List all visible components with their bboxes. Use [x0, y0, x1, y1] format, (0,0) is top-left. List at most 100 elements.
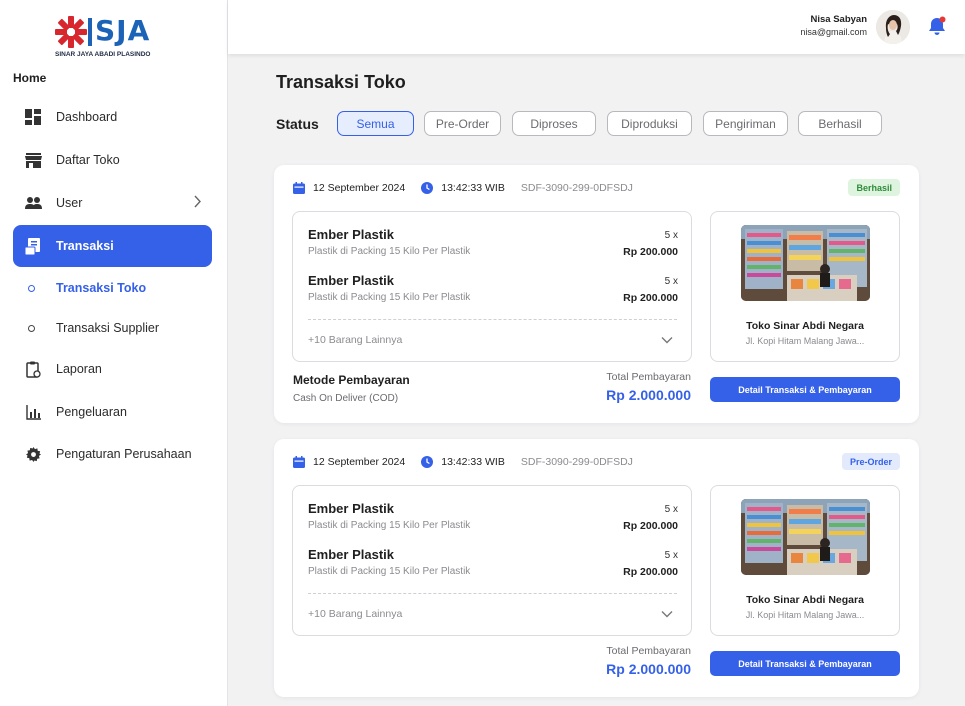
- total-value: Rp 2.000.000: [606, 387, 691, 403]
- store-photo-icon: [741, 225, 870, 301]
- calendar-icon: [293, 182, 305, 194]
- logo-subtitle: SINAR JAYA ABADI PLASINDO: [55, 51, 151, 58]
- transaction-meta: 12 September 2024 13:42:33 WIB SDF-3090-…: [293, 181, 633, 195]
- item-quantity: 5 x: [664, 276, 678, 287]
- sidebar-item-transaksi[interactable]: Transaksi: [13, 225, 212, 267]
- sidebar-item-label: User: [56, 196, 83, 210]
- item-quantity: 5 x: [664, 550, 678, 561]
- store-photo: [741, 225, 870, 301]
- chart-icon: [24, 403, 42, 421]
- sidebar-item-pengeluaran[interactable]: Pengeluaran: [13, 391, 212, 433]
- filter-chip-diproduksi[interactable]: Diproduksi: [607, 111, 692, 136]
- sidebar-item-label: Transaksi: [56, 239, 114, 253]
- sidebar-item-label: Pengeluaran: [56, 405, 127, 419]
- store-name: Toko Sinar Abdi Negara: [746, 320, 864, 332]
- company-logo[interactable]: SJA SINAR JAYA ABADI PLASINDO: [55, 14, 175, 58]
- sidebar-item-label: Daftar Toko: [56, 153, 120, 167]
- chevron-down-icon[interactable]: [661, 610, 673, 618]
- item-description: Plastik di Packing 15 Kilo Per Plastik: [308, 566, 471, 577]
- item-name: Ember Plastik: [308, 501, 394, 516]
- list-item: Ember Plastik Plastik di Packing 15 Kilo…: [308, 547, 678, 583]
- item-quantity: 5 x: [664, 504, 678, 515]
- payment-method-value: Cash On Deliver (COD): [293, 393, 399, 404]
- avatar[interactable]: [876, 10, 910, 44]
- transaction-card: 12 September 2024 13:42:33 WIB SDF-3090-…: [274, 439, 919, 697]
- store-photo-icon: [741, 499, 870, 575]
- report-icon: [24, 360, 42, 378]
- filter-chip-diproses[interactable]: Diproses: [512, 111, 596, 136]
- chevron-right-icon: [194, 195, 201, 208]
- sidebar-item-label: Transaksi Toko: [56, 281, 147, 295]
- bullet-icon: [28, 284, 35, 292]
- sidebar: SJA SINAR JAYA ABADI PLASINDO Home Dashb…: [0, 0, 228, 706]
- bullet-icon: [28, 324, 35, 332]
- store-address: Jl. Kopi Hitam Malang Jawa...: [745, 610, 865, 620]
- status-badge: Berhasil: [848, 179, 900, 196]
- status-filter-label: Status: [276, 116, 319, 132]
- filter-chip-berhasil[interactable]: Berhasil: [798, 111, 882, 136]
- filter-chip-pre-order[interactable]: Pre-Order: [424, 111, 501, 136]
- item-description: Plastik di Packing 15 Kilo Per Plastik: [308, 246, 471, 257]
- store-info-box: Toko Sinar Abdi Negara Jl. Kopi Hitam Ma…: [710, 211, 900, 362]
- avatar-photo-icon: [876, 10, 910, 44]
- detail-transaction-button[interactable]: Detail Transaksi & Pembayaran: [710, 377, 900, 402]
- logo-mark-icon: [55, 16, 87, 48]
- transaction-time: 13:42:33 WIB: [441, 182, 505, 194]
- chevron-down-icon[interactable]: [661, 336, 673, 344]
- total-label: Total Pembayaran: [606, 371, 691, 383]
- receipt-icon: [24, 237, 42, 255]
- item-name: Ember Plastik: [308, 547, 394, 562]
- filter-chip-pengiriman[interactable]: Pengiriman: [703, 111, 788, 136]
- sidebar-item-label: Laporan: [56, 362, 102, 376]
- sidebar-item-label: Dashboard: [56, 110, 118, 124]
- store-address: Jl. Kopi Hitam Malang Jawa...: [745, 336, 865, 346]
- total-label: Total Pembayaran: [606, 645, 691, 657]
- transaction-card: 12 September 2024 13:42:33 WIB SDF-3090-…: [274, 165, 919, 423]
- order-items-box: Ember Plastik Plastik di Packing 15 Kilo…: [292, 485, 692, 636]
- users-icon: [24, 194, 42, 212]
- store-name: Toko Sinar Abdi Negara: [746, 594, 864, 606]
- clock-icon: [421, 456, 434, 468]
- item-description: Plastik di Packing 15 Kilo Per Plastik: [308, 520, 471, 531]
- store-info-box: Toko Sinar Abdi Negara Jl. Kopi Hitam Ma…: [710, 485, 900, 636]
- detail-transaction-button[interactable]: Detail Transaksi & Pembayaran: [710, 651, 900, 676]
- order-items-box: Ember Plastik Plastik di Packing 15 Kilo…: [292, 211, 692, 362]
- transaction-code: SDF-3090-299-0DFSDJ: [520, 456, 633, 468]
- list-item: Ember Plastik Plastik di Packing 15 Kilo…: [308, 501, 678, 537]
- item-price: Rp 200.000: [623, 292, 678, 304]
- list-item: Ember Plastik Plastik di Packing 15 Kilo…: [308, 273, 678, 309]
- transaction-time: 13:42:33 WIB: [441, 456, 505, 468]
- store-icon: [24, 151, 42, 169]
- gear-icon: [24, 445, 42, 463]
- user-email: nisa@gmail.com: [800, 27, 867, 37]
- sidebar-item-user[interactable]: User: [13, 182, 212, 224]
- logo-divider: [88, 18, 92, 46]
- sidebar-item-pengaturan-perusahaan[interactable]: Pengaturan Perusahaan: [13, 433, 212, 475]
- list-item: Ember Plastik Plastik di Packing 15 Kilo…: [308, 227, 678, 263]
- sidebar-item-laporan[interactable]: Laporan: [13, 348, 212, 390]
- dashed-divider: [308, 319, 677, 320]
- store-photo: [741, 499, 870, 575]
- more-items-link[interactable]: +10 Barang Lainnya: [308, 608, 402, 620]
- transaction-meta: 12 September 2024 13:42:33 WIB SDF-3090-…: [293, 455, 633, 469]
- clock-icon: [421, 182, 434, 194]
- filter-chip-semua[interactable]: Semua: [337, 111, 414, 136]
- total-value: Rp 2.000.000: [606, 661, 691, 677]
- more-items-link[interactable]: +10 Barang Lainnya: [308, 334, 402, 346]
- sidebar-item-dashboard[interactable]: Dashboard: [13, 96, 212, 138]
- notification-bell-icon[interactable]: [928, 16, 946, 36]
- sidebar-section-label: Home: [13, 71, 47, 85]
- item-quantity: 5 x: [664, 230, 678, 241]
- sidebar-item-label: Pengaturan Perusahaan: [56, 447, 192, 461]
- page-title: Transaksi Toko: [276, 72, 406, 92]
- item-description: Plastik di Packing 15 Kilo Per Plastik: [308, 292, 471, 303]
- transaction-date: 12 September 2024: [313, 456, 406, 468]
- sidebar-item-label: Transaksi Supplier: [56, 321, 160, 335]
- dashboard-icon: [24, 108, 42, 126]
- dashed-divider: [308, 593, 677, 594]
- sidebar-subitem-transaksi-supplier[interactable]: Transaksi Supplier: [13, 313, 212, 343]
- sidebar-subitem-transaksi-toko[interactable]: Transaksi Toko: [13, 273, 212, 303]
- sidebar-item-daftar-toko[interactable]: Daftar Toko: [13, 139, 212, 181]
- user-name: Nisa Sabyan: [810, 14, 868, 25]
- item-price: Rp 200.000: [623, 520, 678, 532]
